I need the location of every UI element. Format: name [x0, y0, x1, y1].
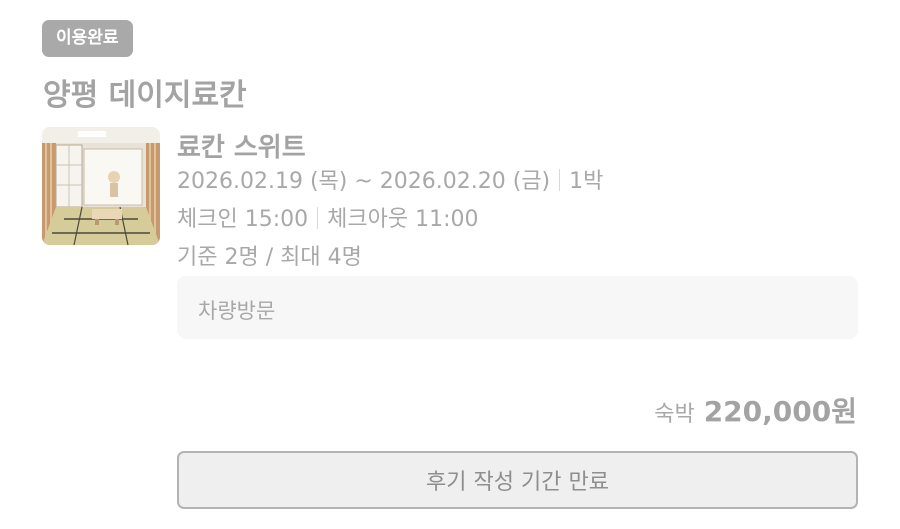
date-range: 2026.02.19 (목) ~ 2026.02.20 (금) — [177, 169, 551, 194]
stay-dates: 2026.02.19 (목) ~ 2026.02.20 (금) 1박 — [177, 163, 603, 195]
room-name: 료칸 스위트 — [177, 133, 306, 163]
status-badge: 이용완료 — [42, 20, 133, 57]
write-review-button[interactable]: 후기 작성 기간 만료 — [177, 451, 858, 509]
divider — [317, 207, 319, 229]
visit-note: 차량방문 — [198, 299, 276, 323]
check-times: 체크인 15:00 체크아웃 11:00 — [177, 201, 478, 233]
price-row: 숙박 220,000원 — [654, 390, 857, 430]
price-label: 숙박 — [654, 402, 695, 427]
check-out-time: 체크아웃 11:00 — [327, 207, 479, 232]
property-title[interactable]: 양평 데이지료칸 — [43, 70, 247, 114]
nights: 1박 — [569, 169, 604, 194]
check-in-time: 체크인 15:00 — [177, 207, 309, 232]
room-thumbnail[interactable] — [42, 127, 160, 245]
divider — [559, 169, 561, 191]
price-amount: 220,000원 — [703, 395, 857, 428]
room-capacity: 기준 2명 / 최대 4명 — [177, 245, 362, 270]
room-photo-icon — [42, 127, 160, 245]
visit-note-box: 차량방문 — [177, 276, 858, 339]
